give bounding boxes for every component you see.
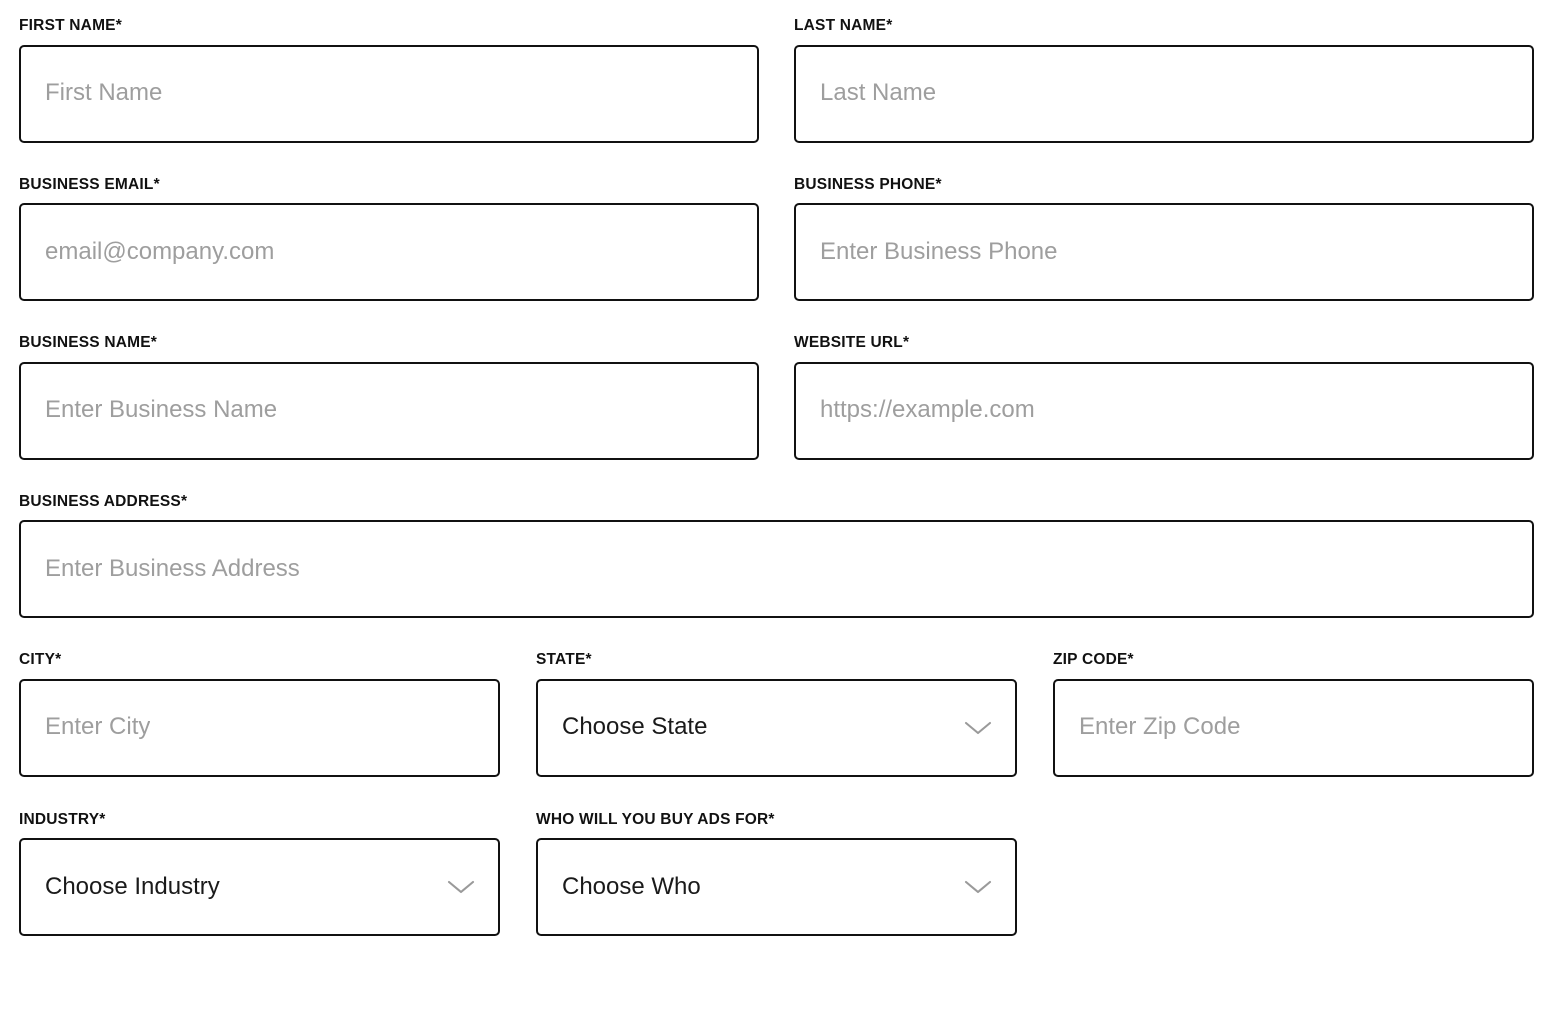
form-row-contact: BUSINESS EMAIL* email@company.com BUSINE… bbox=[19, 175, 1534, 301]
field-website-url: WEBSITE URL* https://example.com bbox=[794, 335, 1534, 460]
first-name-placeholder: First Name bbox=[45, 80, 163, 107]
business-email-input[interactable]: email@company.com bbox=[19, 203, 759, 301]
chevron-down-icon bbox=[446, 878, 476, 896]
label-industry: INDUSTRY* bbox=[19, 810, 106, 828]
field-who-will-you-buy-ads-for: WHO WILL YOU BUY ADS FOR* Choose Who bbox=[536, 810, 1017, 936]
form-row-locality: CITY* Enter City STATE* Choose State ZIP… bbox=[19, 652, 1534, 777]
field-business-name: BUSINESS NAME* Enter Business Name bbox=[19, 335, 759, 460]
website-url-input[interactable]: https://example.com bbox=[794, 361, 1534, 460]
business-name-input[interactable]: Enter Business Name bbox=[19, 361, 759, 460]
field-business-phone: BUSINESS PHONE* Enter Business Phone bbox=[794, 175, 1534, 301]
label-business-address: BUSINESS ADDRESS* bbox=[19, 492, 188, 510]
industry-select[interactable]: Choose Industry bbox=[19, 838, 500, 936]
label-business-phone: BUSINESS PHONE* bbox=[794, 175, 942, 193]
label-business-email: BUSINESS EMAIL* bbox=[19, 175, 160, 193]
website-url-placeholder: https://example.com bbox=[820, 397, 1035, 424]
field-last-name: LAST NAME* Last Name bbox=[794, 18, 1534, 143]
field-zip-code: ZIP CODE* Enter Zip Code bbox=[1053, 652, 1534, 777]
city-input[interactable]: Enter City bbox=[19, 678, 500, 777]
state-selected-value: Choose State bbox=[562, 714, 708, 741]
label-state: STATE* bbox=[536, 651, 592, 668]
field-business-address: BUSINESS ADDRESS* Enter Business Address bbox=[19, 492, 1534, 618]
field-state: STATE* Choose State bbox=[536, 652, 1017, 777]
chevron-down-icon bbox=[963, 878, 993, 896]
business-name-placeholder: Enter Business Name bbox=[45, 397, 278, 424]
state-select[interactable]: Choose State bbox=[536, 678, 1017, 777]
business-signup-form: FIRST NAME* First Name LAST NAME* Last N… bbox=[0, 18, 1564, 1014]
field-city: CITY* Enter City bbox=[19, 652, 500, 777]
zip-code-placeholder: Enter Zip Code bbox=[1079, 714, 1241, 741]
who-will-you-buy-ads-for-selected-value: Choose Who bbox=[562, 873, 701, 900]
form-row-profile: INDUSTRY* Choose Industry WHO WILL YOU B… bbox=[19, 810, 1534, 936]
last-name-input[interactable]: Last Name bbox=[794, 44, 1534, 143]
chevron-down-icon bbox=[963, 719, 993, 737]
industry-selected-value: Choose Industry bbox=[45, 873, 220, 900]
business-phone-input[interactable]: Enter Business Phone bbox=[794, 203, 1534, 301]
last-name-placeholder: Last Name bbox=[820, 80, 937, 107]
business-email-placeholder: email@company.com bbox=[45, 238, 275, 265]
who-will-you-buy-ads-for-select[interactable]: Choose Who bbox=[536, 838, 1017, 936]
label-business-name: BUSINESS NAME* bbox=[19, 334, 158, 351]
form-row-name: FIRST NAME* First Name LAST NAME* Last N… bbox=[19, 18, 1534, 143]
first-name-input[interactable]: First Name bbox=[19, 44, 759, 143]
business-address-placeholder: Enter Business Address bbox=[45, 555, 300, 582]
field-first-name: FIRST NAME* First Name bbox=[19, 18, 759, 143]
zip-code-input[interactable]: Enter Zip Code bbox=[1053, 678, 1534, 777]
label-city: CITY* bbox=[19, 651, 62, 668]
business-phone-placeholder: Enter Business Phone bbox=[820, 238, 1058, 265]
label-who-will-you-buy-ads-for: WHO WILL YOU BUY ADS FOR* bbox=[536, 810, 775, 828]
label-website-url: WEBSITE URL* bbox=[794, 334, 910, 351]
field-business-email: BUSINESS EMAIL* email@company.com bbox=[19, 175, 759, 301]
business-address-input[interactable]: Enter Business Address bbox=[19, 520, 1534, 618]
form-row-address: BUSINESS ADDRESS* Enter Business Address bbox=[19, 492, 1534, 618]
label-last-name: LAST NAME* bbox=[794, 17, 893, 34]
field-industry: INDUSTRY* Choose Industry bbox=[19, 810, 500, 936]
form-row-business: BUSINESS NAME* Enter Business Name WEBSI… bbox=[19, 335, 1534, 460]
label-first-name: FIRST NAME* bbox=[19, 17, 122, 34]
city-placeholder: Enter City bbox=[45, 714, 151, 741]
label-zip-code: ZIP CODE* bbox=[1053, 651, 1134, 668]
